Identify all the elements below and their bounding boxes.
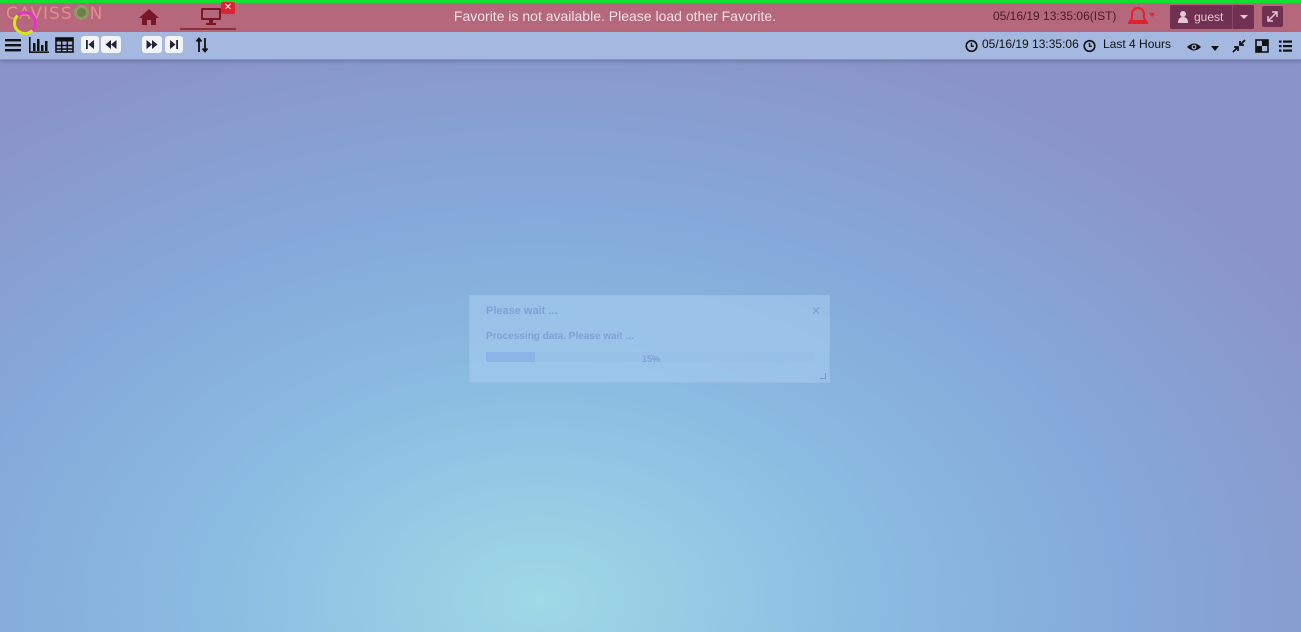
caret-down-icon[interactable] (1209, 40, 1221, 58)
progress-bar-fill (486, 352, 536, 362)
top-header: CAVISS N ✕ Favorite is not available. Ple… (0, 0, 1301, 32)
status-banner: Favorite is not available. Please load o… (453, 8, 777, 24)
clock-icon (965, 39, 978, 53)
user-dropdown-caret[interactable] (1232, 5, 1254, 29)
monitor-icon (200, 7, 222, 25)
user-menu-button[interactable]: guest (1170, 5, 1254, 29)
tab-monitor[interactable]: ✕ (180, 2, 236, 30)
hamburger-menu-icon[interactable] (4, 36, 22, 54)
fast-forward-icon (146, 40, 158, 49)
skip-first-icon (86, 40, 94, 49)
progress-percent: 15% (642, 354, 661, 364)
list-icon[interactable] (1278, 37, 1293, 55)
loading-dialog: Please wait ... ✕ Processing data. Pleas… (469, 295, 830, 383)
skip-last-icon (170, 40, 178, 49)
sort-icon[interactable] (195, 36, 209, 54)
fullscreen-button[interactable] (1262, 6, 1283, 27)
dialog-close-icon[interactable]: ✕ (811, 304, 821, 318)
user-icon (1178, 11, 1188, 23)
rewind-icon (105, 40, 117, 49)
toolbar-datetime: 05/16/19 13:35:06 (982, 37, 1079, 51)
alarm-dropdown[interactable] (1126, 7, 1158, 27)
previous-button[interactable] (101, 36, 121, 53)
close-tab-icon[interactable]: ✕ (221, 2, 235, 14)
next-button[interactable] (142, 36, 162, 53)
table-grid-icon[interactable] (55, 36, 74, 54)
compress-icon[interactable] (1232, 37, 1246, 55)
resize-handle[interactable] (820, 373, 826, 379)
expand-icon (1267, 11, 1278, 22)
eye-icon[interactable] (1186, 38, 1202, 56)
bar-chart-icon[interactable] (28, 36, 50, 54)
last-page-button[interactable] (165, 36, 183, 53)
dialog-title: Please wait ... (486, 305, 558, 317)
dialog-message: Processing data. Please wait ... (486, 331, 634, 342)
first-page-button[interactable] (81, 36, 99, 53)
caret-down-icon (1240, 15, 1248, 19)
history-clock-icon[interactable] (1083, 37, 1096, 55)
time-range-label[interactable]: Last 4 Hours (1103, 37, 1171, 51)
user-label: guest (1194, 10, 1224, 24)
logo-text-end: N (89, 4, 104, 24)
logo-o-mark (73, 5, 89, 20)
toolbar: 05/16/19 13:35:06 Last 4 Hours (0, 32, 1301, 60)
loading-spinner-icon (13, 11, 37, 35)
home-icon[interactable] (138, 7, 160, 27)
alarm-icon (1128, 7, 1155, 24)
layout-icon[interactable] (1255, 37, 1269, 55)
header-datetime: 05/16/19 13:35:06(IST) (993, 9, 1117, 23)
